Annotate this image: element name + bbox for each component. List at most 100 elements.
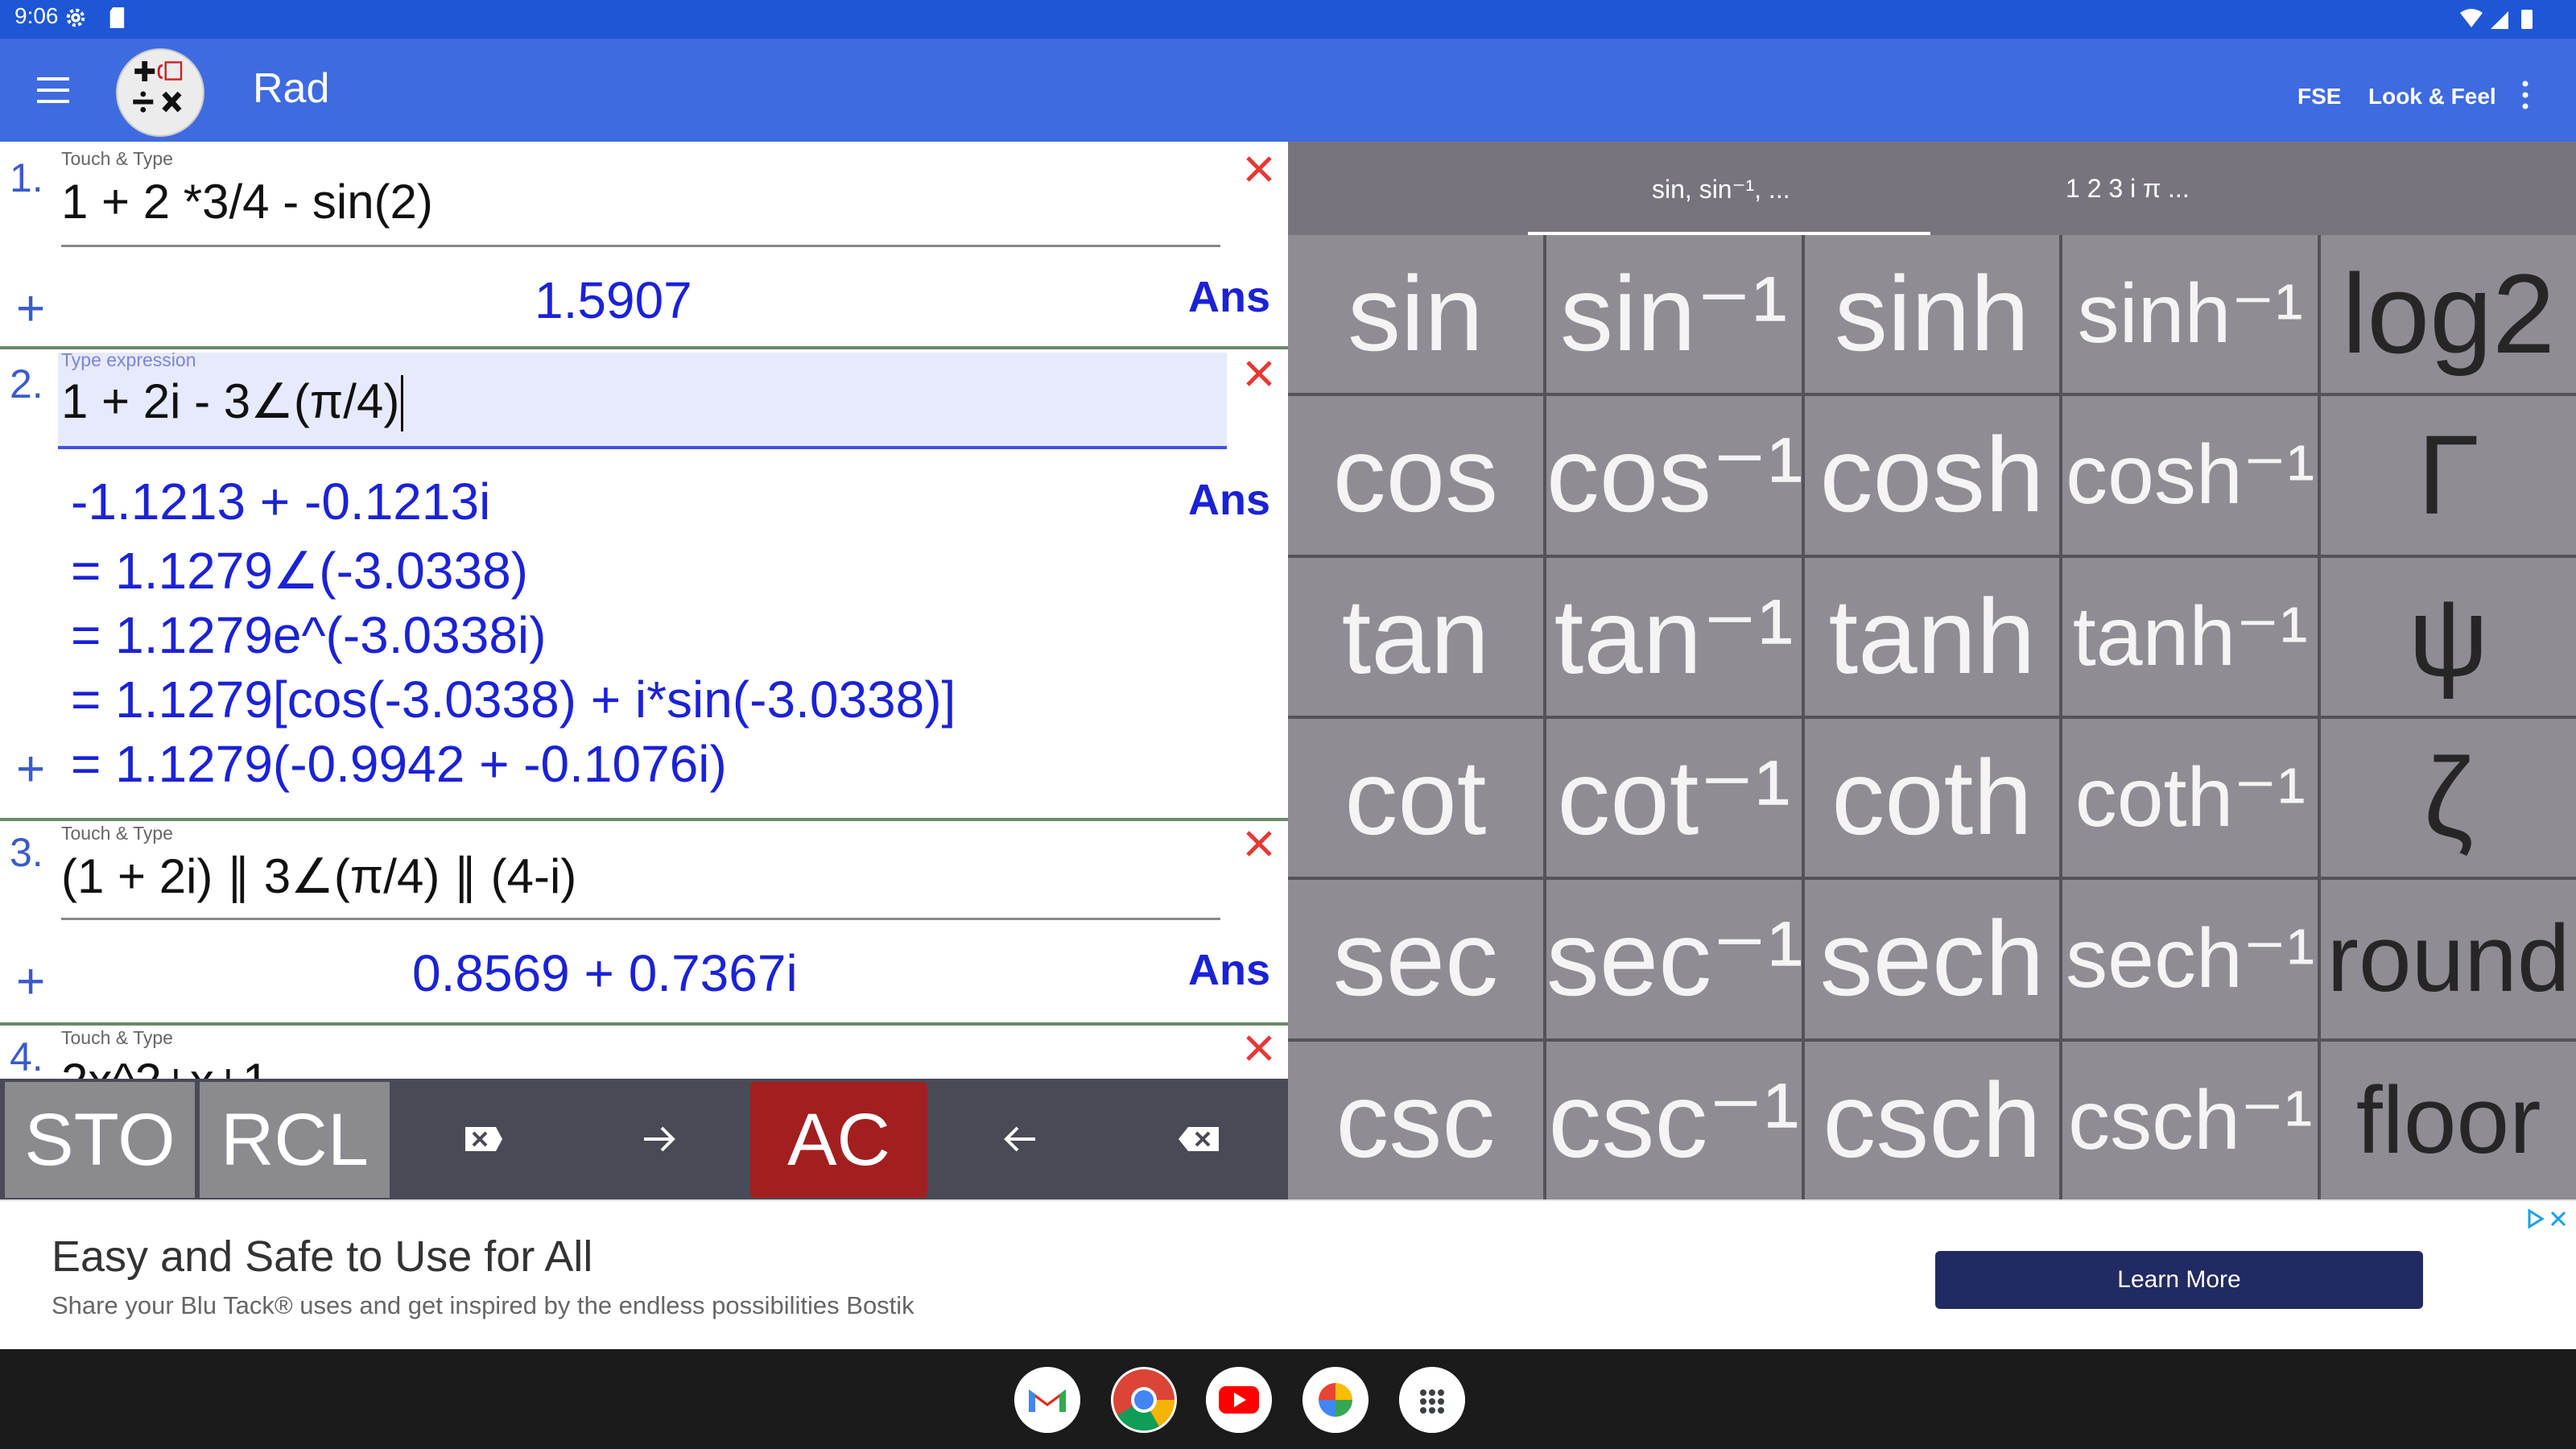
function-key[interactable]: cot: [1288, 719, 1543, 877]
taskbar: [0, 1349, 2576, 1449]
add-entry-icon[interactable]: +: [16, 280, 45, 337]
expression-input[interactable]: 1 + 2i - 3∠(π/4): [61, 374, 399, 430]
all-clear-key[interactable]: AC: [750, 1082, 927, 1198]
delete-entry-icon[interactable]: [1241, 356, 1277, 391]
function-key[interactable]: sec⁻¹: [1546, 880, 1802, 1038]
status-bar: 9:06: [0, 0, 2576, 39]
function-keypad: sin, sin⁻¹, ... 1 2 3 i π ... sin sin⁻¹ si…: [1288, 142, 2576, 1199]
wifi-signal-battery-icon: [2460, 9, 2533, 29]
ans-button[interactable]: Ans: [1188, 945, 1270, 995]
function-key[interactable]: cos⁻¹: [1546, 396, 1802, 555]
function-key[interactable]: csc: [1288, 1041, 1543, 1199]
result-rectangular: = 1.1279(-0.9942 + -0.1076i): [71, 735, 727, 793]
function-key[interactable]: ψ: [2321, 557, 2576, 716]
result-trigonometric: = 1.1279[cos(-3.0338) + i*sin(-3.0338)]: [71, 671, 956, 729]
delete-entry-icon[interactable]: [1241, 151, 1277, 187]
function-key[interactable]: sinh: [1804, 235, 2060, 394]
entry-number: 3.: [10, 830, 43, 875]
backspace-icon[interactable]: [1170, 1111, 1227, 1167]
tab-numbers[interactable]: 1 2 3 i π ...: [2066, 174, 2190, 204]
photos-icon[interactable]: [1302, 1367, 1368, 1433]
add-entry-icon[interactable]: +: [16, 741, 45, 798]
text-cursor: [401, 375, 403, 431]
function-key[interactable]: Γ: [2321, 396, 2576, 555]
overflow-menu-icon[interactable]: [2515, 79, 2536, 111]
rcl-key[interactable]: RCL: [200, 1082, 390, 1198]
angle-mode-title[interactable]: Rad: [253, 64, 329, 113]
function-key[interactable]: coth⁻¹: [2062, 719, 2318, 877]
entry-number: 1.: [10, 155, 43, 200]
ad-banner[interactable]: Easy and Safe to Use for All Share your …: [0, 1199, 2576, 1349]
cursor-right-icon[interactable]: [631, 1111, 687, 1167]
result-line: -1.1213 + -0.1213i: [71, 473, 491, 530]
function-key[interactable]: cosh: [1804, 396, 2060, 555]
function-key[interactable]: cot⁻¹: [1546, 719, 1802, 877]
cursor-left-icon[interactable]: [992, 1111, 1048, 1167]
sd-card-icon: [109, 7, 125, 28]
youtube-icon[interactable]: [1206, 1367, 1272, 1433]
result-exponential: = 1.1279e^(-3.0338i): [71, 606, 547, 664]
function-key[interactable]: floor: [2321, 1041, 2576, 1199]
function-key[interactable]: sin: [1288, 235, 1543, 394]
learn-more-button[interactable]: Learn More: [1935, 1251, 2423, 1309]
function-key[interactable]: csc⁻¹: [1546, 1041, 1802, 1199]
function-key-grid: sin sin⁻¹ sinh sinh⁻¹ log2 cos cos⁻¹ cosh cosh⁻¹…: [1288, 235, 2576, 1199]
ans-button[interactable]: Ans: [1188, 475, 1270, 525]
expression-entry-1: 1. Touch & Type 1 + 2 *3/4 - sin(2) + 1.…: [0, 142, 1288, 348]
input-underline: [61, 245, 1220, 247]
expression-list[interactable]: 1. Touch & Type 1 + 2 *3/4 - sin(2) + 1.…: [0, 142, 1288, 1079]
result-line: 0.8569 + 0.7367i: [412, 944, 798, 1002]
entry-hint: Type expression: [61, 349, 196, 370]
function-key[interactable]: cosh⁻¹: [2062, 396, 2318, 555]
entry-hint: Touch & Type: [61, 148, 173, 169]
status-time: 9:06: [14, 3, 59, 28]
keypad-tabs: sin, sin⁻¹, ... 1 2 3 i π ...: [1288, 142, 2576, 235]
app-drawer-icon[interactable]: [1399, 1367, 1465, 1433]
app-logo-icon: [116, 48, 204, 137]
delete-entry-icon[interactable]: [1241, 826, 1277, 861]
expression-input[interactable]: 1 + 2 *3/4 - sin(2): [61, 174, 433, 229]
menu-icon[interactable]: [37, 76, 77, 105]
look-and-feel-button[interactable]: Look & Feel: [2368, 84, 2496, 109]
expression-input[interactable]: (1 + 2i) ∥ 3∠(π/4) ∥ (4-i): [61, 848, 576, 905]
sto-key[interactable]: STO: [5, 1082, 195, 1198]
edit-key-row: STO RCL AC: [0, 1079, 1288, 1199]
add-entry-icon[interactable]: +: [16, 953, 45, 1010]
function-key[interactable]: sech: [1804, 880, 2060, 1038]
expression-input[interactable]: 2x^2+x+1: [61, 1053, 269, 1079]
function-key[interactable]: csch: [1804, 1041, 2060, 1199]
result-polar: = 1.1279∠(-3.0338): [71, 542, 528, 600]
app-bar: Rad FSE Look & Feel: [0, 39, 2576, 142]
function-key[interactable]: tan: [1288, 557, 1543, 716]
clear-entry-icon[interactable]: [452, 1111, 509, 1167]
function-key[interactable]: round: [2321, 880, 2576, 1038]
entry-number: 4.: [10, 1034, 43, 1079]
gmail-icon[interactable]: [1014, 1367, 1080, 1433]
settings-gear-icon: [66, 8, 85, 27]
fse-button[interactable]: FSE: [2297, 84, 2341, 109]
ans-button[interactable]: Ans: [1188, 272, 1270, 322]
function-key[interactable]: tanh: [1804, 557, 2060, 716]
function-key[interactable]: coth: [1804, 719, 2060, 877]
chrome-icon[interactable]: [1111, 1367, 1177, 1433]
entry-number: 2.: [10, 361, 43, 407]
tab-functions[interactable]: sin, sin⁻¹, ...: [1652, 174, 1790, 204]
function-key[interactable]: sech⁻¹: [2062, 880, 2318, 1038]
function-key[interactable]: csch⁻¹: [2062, 1041, 2318, 1199]
delete-entry-icon[interactable]: [1241, 1030, 1277, 1066]
ad-title[interactable]: Easy and Safe to Use for All: [52, 1232, 592, 1282]
function-key[interactable]: cos: [1288, 396, 1543, 555]
ad-choices-icon[interactable]: [2526, 1208, 2571, 1230]
function-key[interactable]: sinh⁻¹: [2062, 235, 2318, 394]
function-key[interactable]: ζ: [2321, 719, 2576, 877]
function-key[interactable]: tan⁻¹: [1546, 557, 1802, 716]
ad-text[interactable]: Share your Blu Tack® uses and get inspir…: [52, 1291, 914, 1320]
function-key[interactable]: sin⁻¹: [1546, 235, 1802, 394]
input-underline: [61, 918, 1220, 920]
result-line: 1.5907: [535, 271, 692, 329]
function-key[interactable]: tanh⁻¹: [2062, 557, 2318, 716]
function-key[interactable]: log2: [2321, 235, 2576, 394]
expression-entry-3: 3. Touch & Type (1 + 2i) ∥ 3∠(π/4) ∥ (4-…: [0, 821, 1288, 1021]
function-key[interactable]: sec: [1288, 880, 1543, 1038]
entry-hint: Touch & Type: [61, 1027, 173, 1048]
